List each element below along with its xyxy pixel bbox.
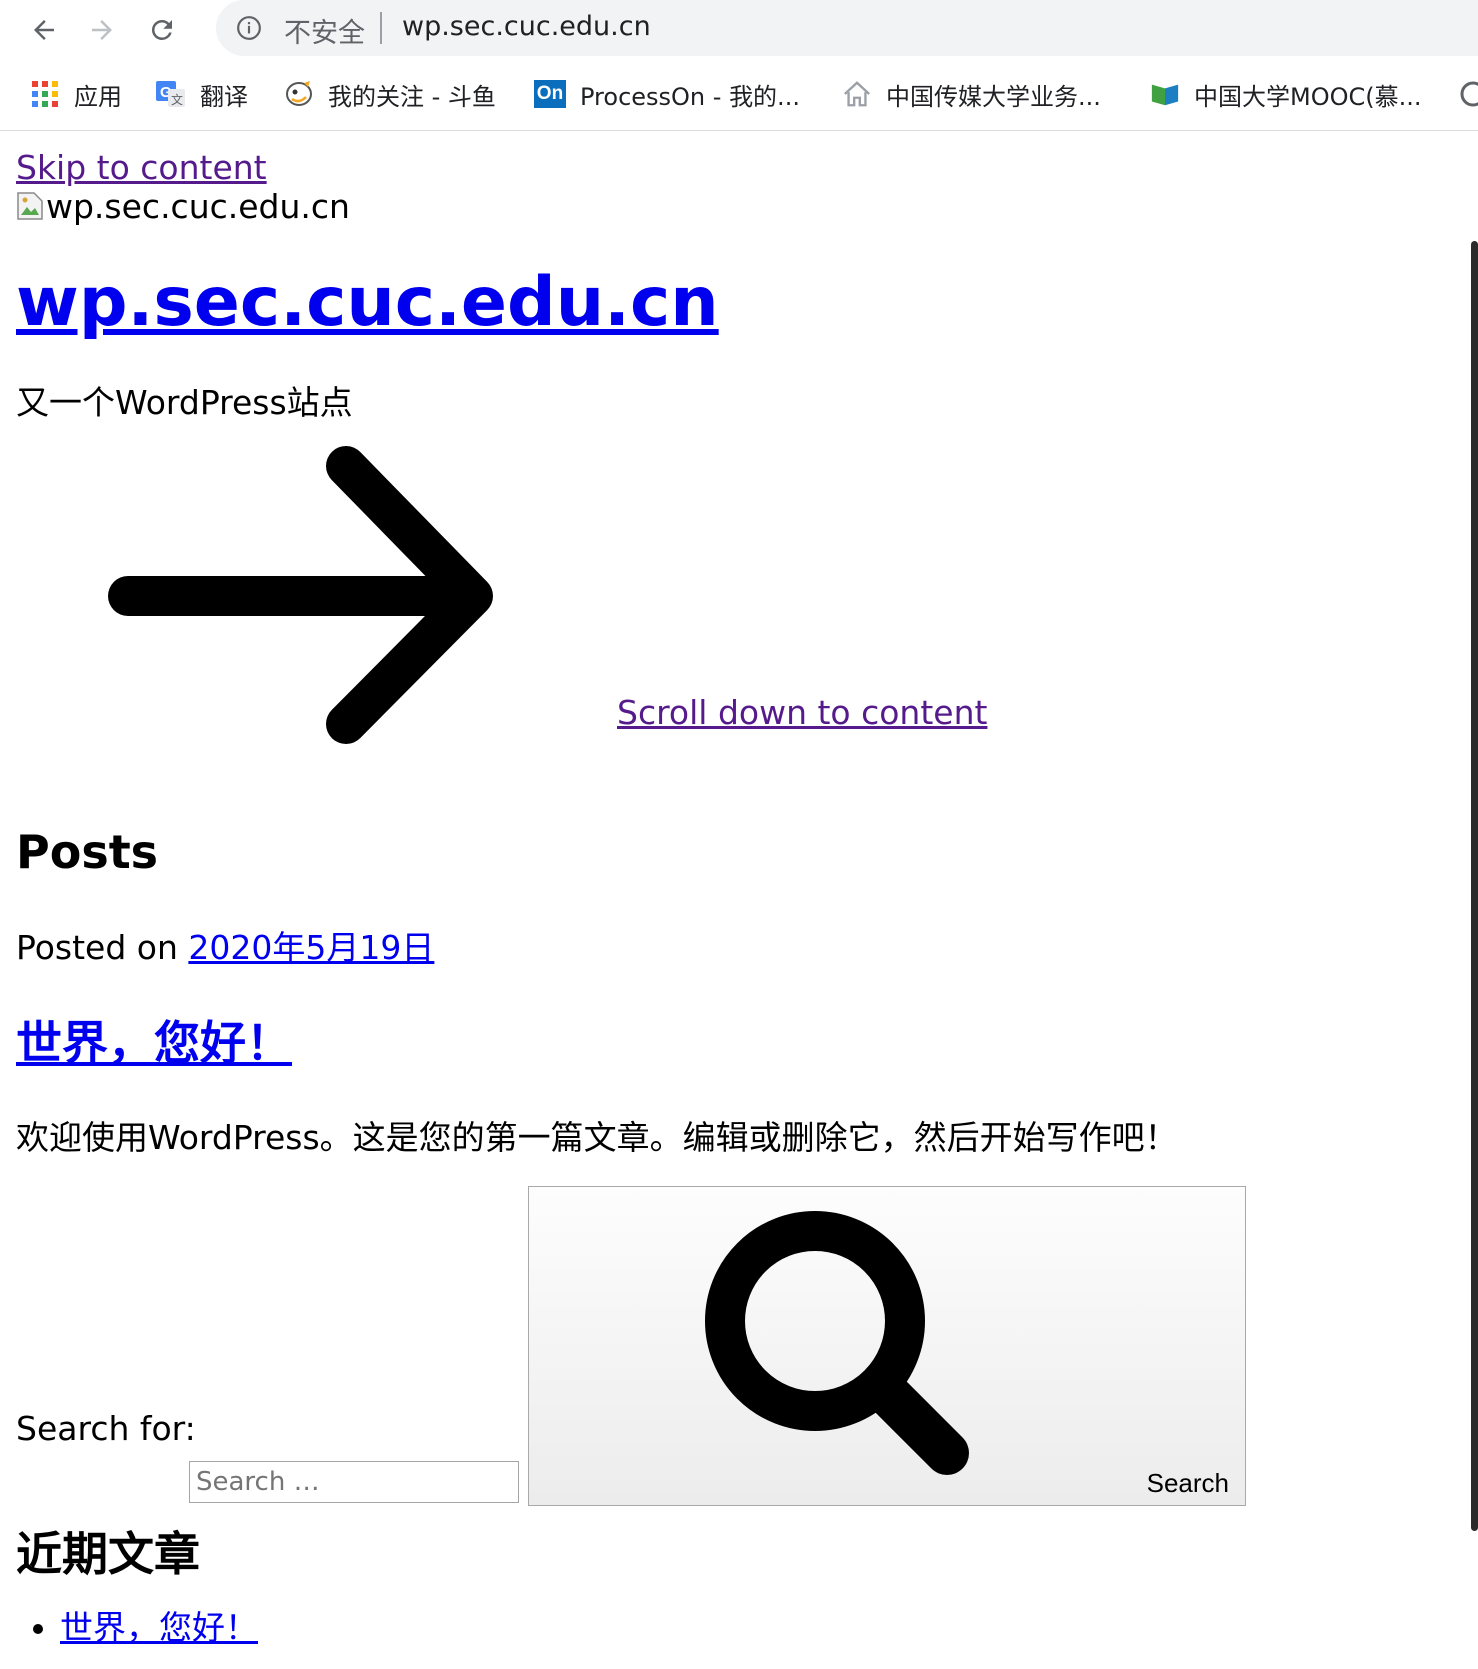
scrollbar[interactable]: [1471, 241, 1478, 1531]
search-button-label: Search: [1146, 1468, 1229, 1498]
posted-on-label: Posted on: [16, 928, 178, 967]
bookmark-apps[interactable]: 应用: [30, 70, 122, 118]
scroll-down-link[interactable]: Scroll down to content: [617, 693, 987, 732]
bookmark-overflow[interactable]: [1458, 70, 1478, 118]
search-icon: [705, 1211, 969, 1475]
url-text[interactable]: wp.sec.cuc.edu.cn: [402, 11, 651, 42]
bookmark-translate[interactable]: G文 翻译: [156, 70, 248, 118]
globe-icon: [1458, 79, 1478, 109]
mooc-icon: [1150, 79, 1180, 109]
bookmark-label: 中国大学MOOC(慕...: [1194, 82, 1422, 111]
address-bar[interactable]: 不安全 wp.sec.cuc.edu.cn: [216, 0, 1478, 56]
forward-arrow-icon: [92, 20, 112, 40]
forward-button[interactable]: [80, 8, 124, 52]
bookmark-douyu[interactable]: 我的关注 - 斗鱼: [284, 70, 496, 118]
site-tagline: 又一个WordPress站点: [16, 383, 353, 422]
search-button[interactable]: Search: [528, 1186, 1246, 1506]
search-label: Search for:: [16, 1409, 196, 1448]
recent-post-link[interactable]: 世界，您好！: [60, 1608, 258, 1647]
svg-text:文: 文: [171, 92, 183, 107]
security-status[interactable]: 不安全: [284, 11, 365, 50]
recent-posts-list: 世界，您好！: [0, 1601, 258, 1649]
apps-grid-icon: [30, 79, 60, 109]
bookmark-label: ProcessOn - 我的...: [580, 82, 800, 111]
post-title-link[interactable]: 世界，您好！: [16, 1016, 292, 1070]
list-item: 世界，您好！: [60, 1601, 258, 1649]
google-translate-icon: G文: [156, 79, 186, 109]
post-excerpt: 欢迎使用WordPress。这是您的第一篇文章。编辑或删除它，然后开始写作吧！: [16, 1118, 1178, 1157]
search-input[interactable]: [189, 1461, 519, 1503]
bookmark-label: 我的关注 - 斗鱼: [328, 82, 496, 111]
broken-image-icon: [16, 190, 44, 220]
bookmark-label: 翻译: [200, 82, 248, 111]
back-button[interactable]: [22, 8, 66, 52]
info-icon[interactable]: [236, 15, 262, 45]
reload-button[interactable]: [140, 8, 184, 52]
back-arrow-icon: [34, 20, 54, 40]
bookmark-label: 中国传媒大学业务...: [886, 82, 1101, 111]
home-icon: [842, 79, 872, 109]
bookmarks-bar: 应用 G文 翻译 我的关注 - 斗鱼 On ProcessOn - 我的... …: [0, 70, 1478, 118]
browser-chrome: 不安全 wp.sec.cuc.edu.cn 应用 G文 翻译 我的关注 - 斗鱼…: [0, 0, 1478, 131]
bookmark-cuc[interactable]: 中国传媒大学业务...: [842, 70, 1101, 118]
site-logo[interactable]: wp.sec.cuc.edu.cn: [16, 187, 350, 226]
logo-alt-text: wp.sec.cuc.edu.cn: [46, 187, 350, 226]
site-title-link[interactable]: wp.sec.cuc.edu.cn: [16, 263, 719, 342]
processon-icon: On: [534, 80, 566, 108]
recent-posts-heading: 近期文章: [16, 1527, 200, 1581]
bookmark-mooc[interactable]: 中国大学MOOC(慕...: [1150, 70, 1422, 118]
address-separator: [380, 12, 382, 44]
douyu-icon: [284, 79, 314, 109]
post-date-link[interactable]: 2020年5月19日: [188, 928, 434, 967]
page-content: Skip to content wp.sec.cuc.edu.cn wp.sec…: [0, 131, 1478, 1669]
skip-to-content-link[interactable]: Skip to content: [16, 148, 267, 187]
reload-icon: [151, 19, 172, 40]
post-meta: Posted on 2020年5月19日: [16, 921, 434, 969]
post-title: 世界，您好！: [16, 1007, 292, 1073]
bookmark-label: 应用: [74, 82, 122, 111]
bookmark-processon[interactable]: On ProcessOn - 我的...: [534, 70, 800, 118]
posts-heading: Posts: [16, 825, 159, 879]
arrow-right-icon[interactable]: [108, 441, 518, 751]
